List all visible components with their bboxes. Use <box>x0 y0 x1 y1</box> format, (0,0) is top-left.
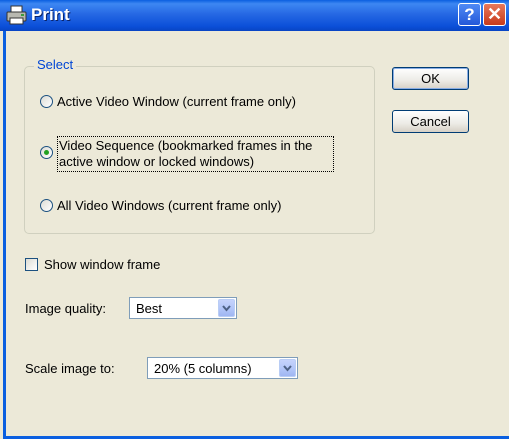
radio-video-sequence-label[interactable]: Video Sequence (bookmarked frames in the… <box>59 138 331 170</box>
radio-active-video-window[interactable] <box>40 95 53 108</box>
show-window-frame-checkbox[interactable] <box>25 258 38 271</box>
radio-video-sequence[interactable] <box>40 146 53 159</box>
chevron-down-icon <box>222 305 231 312</box>
radio-active-video-window-label[interactable]: Active Video Window (current frame only) <box>57 94 296 109</box>
show-window-frame-label[interactable]: Show window frame <box>44 257 160 272</box>
scale-image-label: Scale image to: <box>25 361 115 376</box>
image-quality-dropdown-button[interactable] <box>218 299 235 317</box>
image-quality-label: Image quality: <box>25 301 106 316</box>
printer-icon <box>6 5 27 25</box>
scale-image-select[interactable]: 20% (5 columns) <box>147 357 298 379</box>
scale-image-dropdown-button[interactable] <box>279 359 296 377</box>
chevron-down-icon <box>283 365 292 372</box>
image-quality-value: Best <box>136 301 163 316</box>
scale-image-value: 20% (5 columns) <box>154 361 252 376</box>
radio-all-video-windows-label[interactable]: All Video Windows (current frame only) <box>57 198 281 213</box>
radio-selected-dot <box>44 150 49 155</box>
image-quality-select[interactable]: Best <box>129 297 237 319</box>
title-bar[interactable]: Print ? ✕ <box>0 0 509 31</box>
close-button[interactable]: ✕ <box>483 3 506 26</box>
radio-all-video-windows[interactable] <box>40 199 53 212</box>
cancel-button[interactable]: Cancel <box>392 110 469 133</box>
ok-button[interactable]: OK <box>392 67 469 90</box>
window-title: Print <box>31 5 70 24</box>
select-group-label: Select <box>34 57 77 72</box>
help-button[interactable]: ? <box>458 3 481 26</box>
